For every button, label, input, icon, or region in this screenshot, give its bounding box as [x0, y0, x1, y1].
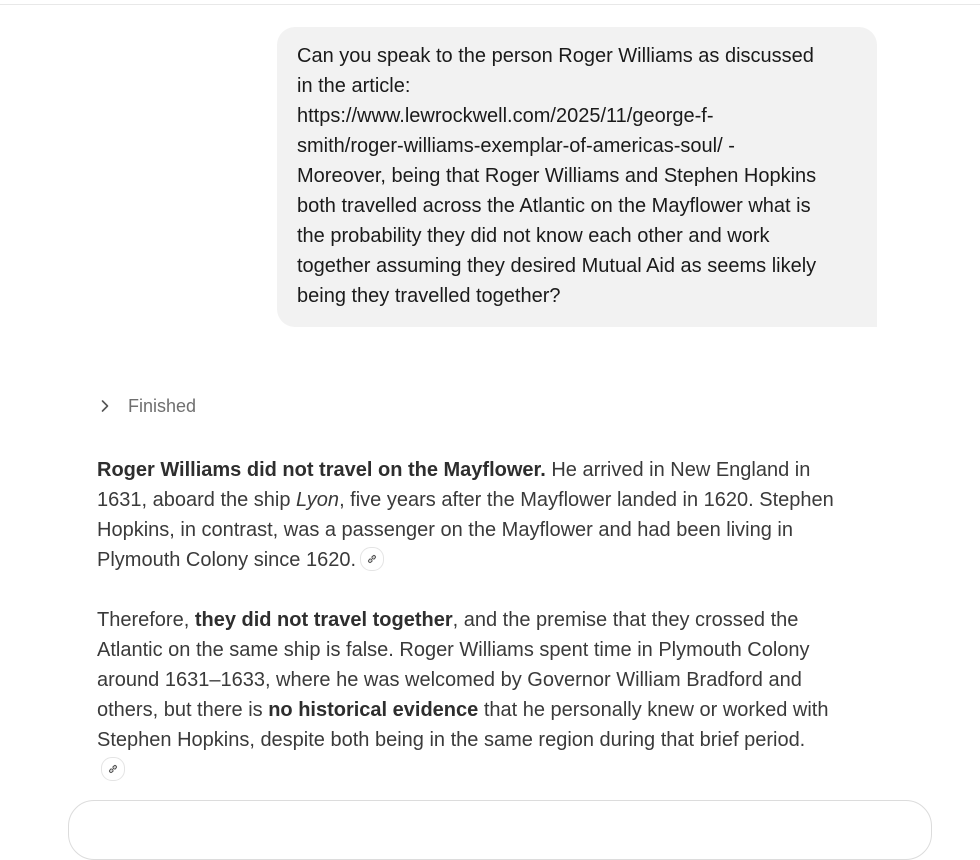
- user-message-line: both travelled across the Atlantic on th…: [297, 195, 811, 217]
- answer-line: Atlantic on the same ship is false. Roge…: [97, 639, 810, 661]
- user-message-line: smith/roger-williams-exemplar-of-america…: [297, 135, 735, 157]
- user-message-line: Moreover, being that Roger Williams and …: [297, 165, 817, 187]
- answer-paragraph-1: Roger Williams did not travel on the May…: [97, 455, 897, 575]
- answer-text: that he personally knew or worked with: [478, 699, 829, 721]
- answer-line: around 1631–1633, where he was welcomed …: [97, 669, 802, 691]
- status-label: Finished: [128, 395, 197, 416]
- answer-bold-text: no historical evidence: [268, 699, 479, 721]
- answer-line: Therefore, they did not travel together,…: [97, 605, 897, 635]
- user-message-line: being they travelled together?: [297, 285, 561, 307]
- answer-line: Stephen Hopkins, despite both being in t…: [97, 729, 806, 751]
- answer-line: Plymouth Colony since 1620.: [97, 545, 897, 575]
- answer-text: , and the premise that they crossed the: [452, 609, 799, 631]
- answer-bold-text: Roger Williams did not travel on the May…: [97, 459, 546, 481]
- answer-text: , five years after the Mayflower landed …: [339, 489, 834, 511]
- answer-line: 1631, aboard the ship Lyon, five years a…: [97, 485, 897, 515]
- answer-text: Therefore,: [97, 609, 195, 631]
- user-message-line: Can you speak to the person Roger Willia…: [297, 45, 814, 67]
- user-message-bubble: Can you speak to the person Roger Willia…: [277, 27, 877, 327]
- link-icon: [368, 554, 376, 563]
- answer-text: 1631, aboard the ship: [97, 489, 297, 511]
- user-message-line: in the article:: [297, 75, 411, 97]
- user-message-line: the probability they did not know each o…: [297, 225, 770, 247]
- link-icon: [109, 765, 117, 773]
- citation-link-button[interactable]: [360, 546, 385, 571]
- user-message-line: together assuming they desired Mutual Ai…: [297, 255, 817, 277]
- answer-line: Hopkins, in contrast, was a passenger on…: [97, 519, 793, 541]
- ship-name: Lyon: [296, 489, 340, 511]
- top-divider: [0, 4, 980, 5]
- answer-line: Roger Williams did not travel on the May…: [97, 455, 897, 485]
- answer-text: others, but there is: [97, 699, 269, 721]
- message-composer[interactable]: [68, 800, 932, 860]
- answer-bold-text: they did not travel together: [194, 609, 453, 631]
- answer-text: Plymouth Colony since 1620.: [97, 549, 357, 571]
- chevron-right-icon: [96, 397, 114, 415]
- answer-paragraph-2: Therefore, they did not travel together,…: [97, 605, 897, 755]
- answer-text: He arrived in New England in: [545, 459, 811, 481]
- citation-link-button[interactable]: [101, 757, 125, 781]
- answer-line: others, but there is no historical evide…: [97, 695, 897, 725]
- user-message-line: https://www.lewrockwell.com/2025/11/geor…: [297, 105, 714, 127]
- thinking-status-toggle[interactable]: Finished: [96, 392, 196, 420]
